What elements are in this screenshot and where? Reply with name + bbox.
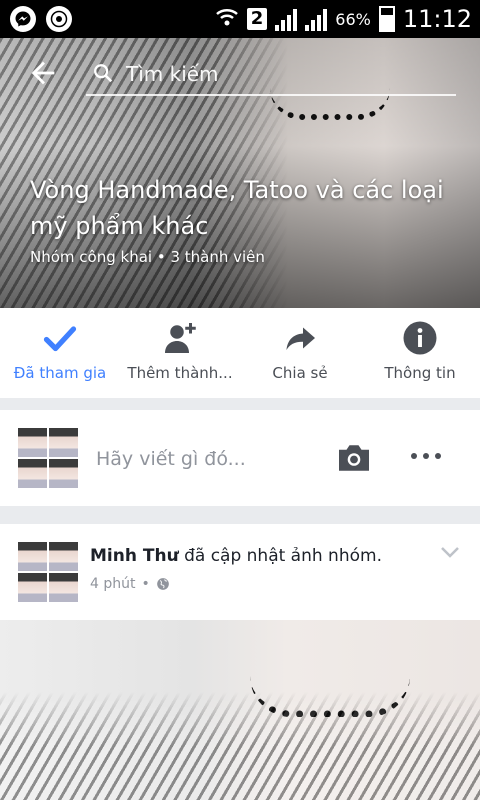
- group-title: Vòng Handmade, Tatoo và các loại mỹ phẩm…: [30, 176, 444, 240]
- battery-icon: [378, 6, 395, 32]
- post-photo[interactable]: [0, 620, 480, 800]
- joined-button[interactable]: Đã tham gia: [0, 308, 120, 398]
- signal-icon-2: [305, 7, 328, 31]
- more-dots-icon: [411, 453, 441, 459]
- sim-indicator: 2: [246, 8, 268, 30]
- post-author-name[interactable]: Minh Thư: [90, 546, 179, 566]
- chevron-down-icon: [441, 547, 459, 558]
- wifi-icon: [215, 7, 239, 32]
- avatar[interactable]: [18, 428, 78, 488]
- group-subtitle: Nhóm công khai • 3 thành viên: [30, 248, 265, 266]
- post-author-avatar[interactable]: [18, 542, 78, 602]
- meta-separator: •: [141, 576, 150, 592]
- post-menu-button[interactable]: [440, 544, 460, 558]
- more-options-button[interactable]: [408, 444, 444, 468]
- search-icon: [94, 64, 113, 83]
- post-composer: Hãy viết gì đó...: [0, 410, 480, 506]
- search-placeholder: Tìm kiếm: [126, 62, 219, 86]
- info-label: Thông tin: [384, 364, 456, 382]
- search-bar[interactable]: Tìm kiếm: [86, 56, 456, 96]
- top-bar: Tìm kiếm: [0, 38, 480, 110]
- info-icon: [403, 321, 437, 355]
- post-header: Minh Thư đã cập nhật ảnh nhóm.: [90, 546, 382, 566]
- joined-label: Đã tham gia: [13, 364, 107, 382]
- post-action-text: đã cập nhật ảnh nhóm.: [178, 546, 382, 566]
- arrow-left-icon: [31, 61, 55, 85]
- share-icon: [286, 327, 315, 350]
- checkmark-icon: [43, 326, 77, 352]
- add-member-label: Thêm thành...: [127, 364, 233, 382]
- globe-icon: [156, 578, 169, 590]
- chrome-icon: [46, 6, 72, 32]
- group-actions: Đã tham gia Thêm thành... Chia sẻ Thông …: [0, 308, 480, 398]
- composer-input[interactable]: Hãy viết gì đó...: [96, 448, 246, 470]
- messenger-icon: [10, 6, 36, 32]
- camera-button[interactable]: [336, 442, 372, 474]
- add-member-button[interactable]: Thêm thành...: [120, 308, 240, 398]
- signal-icon: [275, 7, 298, 31]
- add-member-icon: [165, 323, 196, 353]
- battery-percent: 66%: [335, 9, 371, 29]
- camera-icon: [339, 445, 369, 471]
- status-bar: 2 66% 11:12: [0, 0, 480, 38]
- back-button[interactable]: [26, 56, 60, 90]
- share-label: Chia sẻ: [272, 364, 328, 382]
- clock: 11:12: [402, 5, 472, 33]
- share-button[interactable]: Chia sẻ: [240, 308, 360, 398]
- post-timestamp[interactable]: 4 phút: [90, 576, 135, 592]
- feed-post: Minh Thư đã cập nhật ảnh nhóm. 4 phút •: [0, 524, 480, 800]
- post-meta: 4 phút •: [90, 576, 170, 592]
- info-button[interactable]: Thông tin: [360, 308, 480, 398]
